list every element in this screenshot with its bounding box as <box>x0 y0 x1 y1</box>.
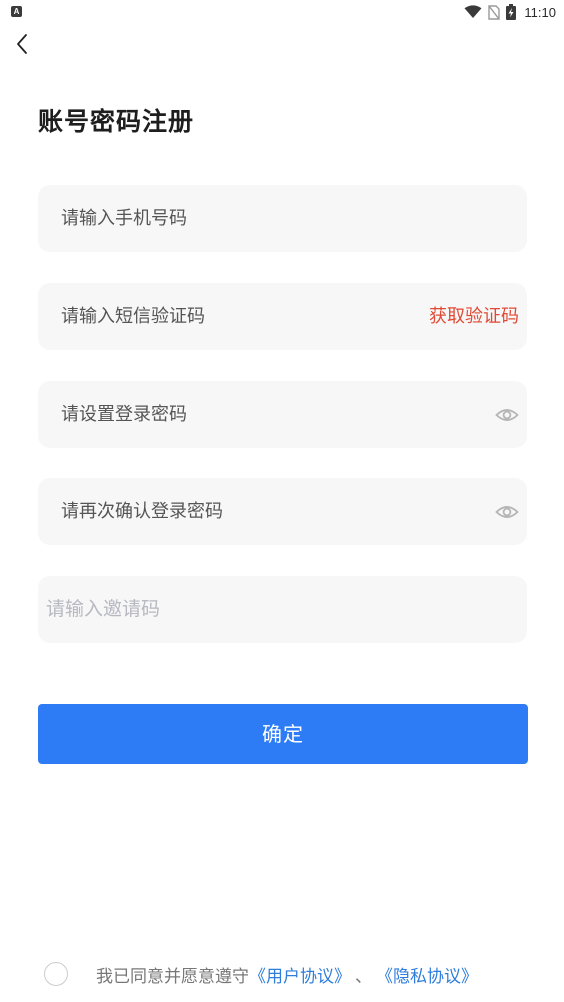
chevron-left-icon <box>17 34 27 54</box>
agreement-checkbox[interactable] <box>44 962 68 986</box>
no-sim-icon <box>488 4 501 20</box>
user-agreement-link[interactable]: 《用户协议》 <box>249 962 351 987</box>
back-button[interactable] <box>8 30 36 58</box>
eye-icon[interactable] <box>495 500 519 524</box>
page-title: 账号密码注册 <box>38 107 195 136</box>
phone-input[interactable]: 请输入手机号码 <box>38 185 527 252</box>
status-bar: A 11:10 <box>0 0 564 24</box>
eye-icon[interactable] <box>495 403 519 427</box>
app-notification-icon: A <box>11 6 22 17</box>
invite-code-placeholder: 请输入邀请码 <box>46 598 161 620</box>
confirm-password-input[interactable]: 请再次确认登录密码 <box>38 478 527 545</box>
password-placeholder: 请设置登录密码 <box>61 404 187 425</box>
confirm-button[interactable]: 确定 <box>38 704 528 764</box>
battery-charging-icon <box>506 4 517 20</box>
status-right-group: 11:10 <box>464 3 556 21</box>
invite-code-input[interactable]: 请输入邀请码 <box>38 576 527 643</box>
privacy-agreement-link[interactable]: 《隐私协议》 <box>376 962 478 987</box>
status-time: 11:10 <box>524 4 556 20</box>
agreement-row: 我已同意并愿意遵守 《用户协议》 、 《隐私协议》 <box>44 960 478 988</box>
agreement-separator: 、 <box>355 966 372 987</box>
agreement-text: 我已同意并愿意遵守 <box>96 966 249 987</box>
wifi-icon <box>464 5 482 18</box>
get-code-button[interactable]: 获取验证码 <box>429 283 519 350</box>
phone-placeholder: 请输入手机号码 <box>61 208 187 229</box>
sms-code-input[interactable]: 请输入短信验证码 获取验证码 <box>38 283 527 350</box>
confirm-password-placeholder: 请再次确认登录密码 <box>61 501 223 522</box>
sms-code-placeholder: 请输入短信验证码 <box>61 306 205 327</box>
password-input[interactable]: 请设置登录密码 <box>38 381 527 448</box>
